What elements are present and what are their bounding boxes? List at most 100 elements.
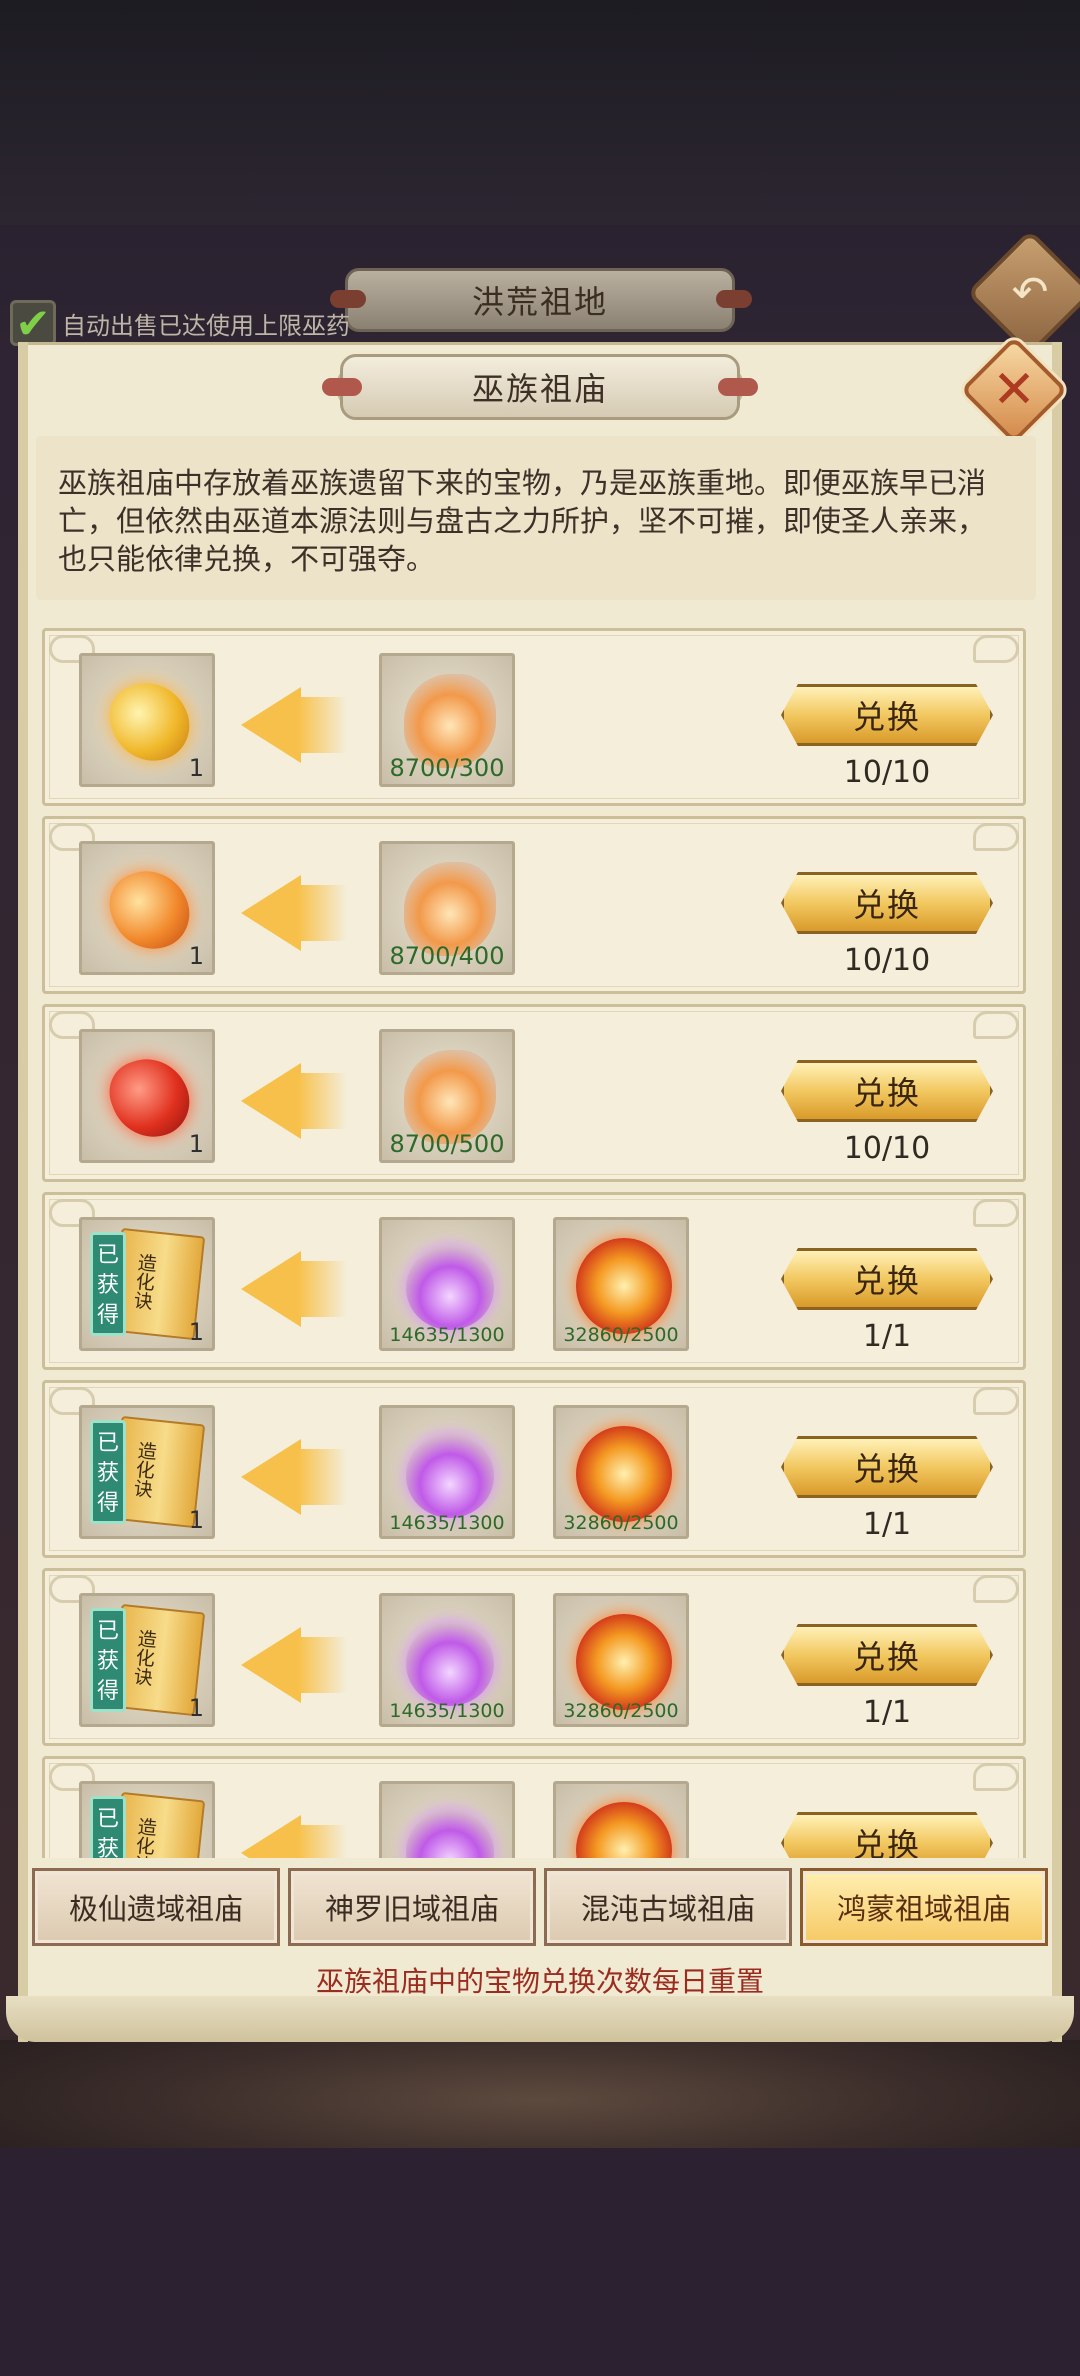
exchange-button[interactable]: 兑换 xyxy=(781,1060,993,1122)
tab-hundun[interactable]: 混沌古域祖庙 xyxy=(544,1868,792,1946)
exchange-arrow-icon xyxy=(241,875,301,951)
cost-amount: 8700/300 xyxy=(389,754,505,782)
reward-count: 1 xyxy=(188,1506,204,1534)
reset-note: 巫族祖庙中的宝物兑换次数每日重置 xyxy=(315,1965,764,1998)
tab-hongmeng[interactable]: 鸿蒙祖域祖庙 xyxy=(800,1868,1048,1946)
corner-ornament xyxy=(973,635,1019,663)
obtained-badge: 已获得 xyxy=(90,1796,126,1858)
dialog-title: 巫族祖庙 xyxy=(471,370,608,408)
dialog-title-plate: 巫族祖庙 xyxy=(340,354,740,420)
arrow-tail xyxy=(299,1261,347,1317)
corner-ornament xyxy=(973,1199,1019,1227)
exchange-limit: 10/10 xyxy=(843,943,931,978)
exchange-button-label: 兑换 xyxy=(852,1826,921,1858)
reward-slot[interactable]: 造化诀 已获得 1 xyxy=(79,1217,215,1351)
reward-count: 1 xyxy=(188,1694,204,1722)
corner-ornament xyxy=(973,1387,1019,1415)
reward-slot[interactable]: 造化诀 已获得 1 xyxy=(79,1405,215,1539)
tab-jixian[interactable]: 极仙遗域祖庙 xyxy=(32,1868,280,1946)
exchange-list[interactable]: 1 8700/300 兑换 10/10 1 8700/400 兑换 10/10 1 8700/50… xyxy=(40,628,1040,1858)
description-box: 巫族祖庙中存放着巫族遗留下来的宝物，乃是巫族重地。即便巫族早已消亡，但依然由巫道… xyxy=(36,436,1036,600)
cost-amount: 14635/1300 xyxy=(389,1512,505,1534)
reward-count: 1 xyxy=(188,754,204,782)
exchange-button[interactable]: 兑换 xyxy=(781,1248,993,1310)
tab-label: 极仙遗域祖庙 xyxy=(68,1892,243,1926)
violet-orb-icon xyxy=(406,1810,494,1858)
exchange-arrow-icon xyxy=(241,687,301,763)
arrow-tail xyxy=(299,1637,347,1693)
violet-orb-icon xyxy=(406,1622,494,1706)
exchange-button[interactable]: 兑换 xyxy=(781,1624,993,1686)
cost-slot[interactable]: 8700/300 xyxy=(379,653,515,787)
outer-title-plate: 洪荒祖地 xyxy=(345,268,735,332)
exchange-limit: 10/10 xyxy=(843,1131,931,1166)
tab-label: 混沌古域祖庙 xyxy=(580,1892,755,1926)
auto-sell-toggle[interactable]: ✔ 自动出售已达使用上限巫药 xyxy=(10,299,350,348)
obtained-badge: 已获得 xyxy=(90,1608,126,1712)
cost-slot[interactable]: 14635/1300 xyxy=(379,1405,515,1539)
exchange-button-label: 兑换 xyxy=(852,1262,921,1300)
cost-slot[interactable] xyxy=(553,1781,689,1858)
arrow-tail xyxy=(299,1825,347,1858)
exchange-arrow-icon xyxy=(241,1815,301,1858)
cost-slot[interactable]: 8700/500 xyxy=(379,1029,515,1163)
arrow-tail xyxy=(299,697,347,753)
tab-shenluo[interactable]: 神罗旧域祖庙 xyxy=(288,1868,536,1946)
exchange-row: 1 8700/400 兑换 10/10 xyxy=(42,816,1026,994)
cost-slot[interactable]: 8700/400 xyxy=(379,841,515,975)
cost-amount: 8700/500 xyxy=(389,1130,505,1158)
exchange-button[interactable]: 兑换 xyxy=(781,1812,993,1858)
outer-title: 洪荒祖地 xyxy=(471,283,608,321)
cost-amount: 14635/1300 xyxy=(389,1324,505,1346)
exchange-limit: 1/1 xyxy=(862,1695,912,1730)
reward-slot[interactable]: 造化诀 已获得 1 xyxy=(79,1593,215,1727)
exchange-button-label: 兑换 xyxy=(852,698,921,736)
exchange-button[interactable]: 兑换 xyxy=(781,1436,993,1498)
exchange-row: 1 8700/500 兑换 10/10 xyxy=(42,1004,1026,1182)
exchange-limit: 1/1 xyxy=(862,1507,912,1542)
cost-amount: 32860/2500 xyxy=(563,1324,679,1346)
arrow-tail xyxy=(299,885,347,941)
panel-edge-right xyxy=(1052,342,1062,2042)
exchange-button-label: 兑换 xyxy=(852,1450,921,1488)
close-icon: ✕ xyxy=(992,360,1036,420)
cost-amount: 32860/2500 xyxy=(563,1700,679,1722)
red-gem-icon xyxy=(100,1047,200,1149)
fire-orb-icon xyxy=(576,1802,672,1858)
reward-slot[interactable]: 1 xyxy=(79,1029,215,1163)
cost-slot[interactable]: 32860/2500 xyxy=(553,1593,689,1727)
exchange-row: 造化诀 已获得 1 14635/1300 32860/2500 兑换 1/1 xyxy=(42,1380,1026,1558)
checkmark-icon[interactable]: ✔ xyxy=(10,299,56,348)
reward-slot[interactable]: 造化诀已获得 xyxy=(79,1781,215,1858)
exchange-button-label: 兑换 xyxy=(852,886,921,924)
description-text: 巫族祖庙中存放着巫族遗留下来的宝物，乃是巫族重地。即便巫族早已消亡，但依然由巫道… xyxy=(58,466,987,576)
cost-slot[interactable]: 14635/1300 xyxy=(379,1593,515,1727)
exchange-button[interactable]: 兑换 xyxy=(781,872,993,934)
corner-ornament xyxy=(973,1763,1019,1791)
reward-count: 1 xyxy=(188,942,204,970)
back-button[interactable]: ↶ xyxy=(966,229,1080,357)
cost-slot[interactable] xyxy=(379,1781,515,1858)
violet-orb-icon xyxy=(406,1434,494,1518)
exchange-button[interactable]: 兑换 xyxy=(781,684,993,746)
cost-slot[interactable]: 14635/1300 xyxy=(379,1217,515,1351)
cost-amount: 14635/1300 xyxy=(389,1700,505,1722)
reward-count: 1 xyxy=(188,1318,204,1346)
corner-ornament xyxy=(973,823,1019,851)
title-knob-left xyxy=(322,378,362,396)
fire-orb-icon xyxy=(576,1426,672,1522)
exchange-row: 造化诀 已获得 1 14635/1300 32860/2500 兑换 1/1 xyxy=(42,1568,1026,1746)
tab-label: 鸿蒙祖域祖庙 xyxy=(836,1892,1011,1926)
title-knob-right xyxy=(718,378,758,396)
fire-orb-icon xyxy=(576,1238,672,1334)
cost-slot[interactable]: 32860/2500 xyxy=(553,1217,689,1351)
corner-ornament xyxy=(973,1575,1019,1603)
panel-edge-left xyxy=(18,342,28,2042)
bottom-dark-band xyxy=(0,2148,1080,2376)
top-background xyxy=(0,0,1080,225)
cost-slot[interactable]: 32860/2500 xyxy=(553,1405,689,1539)
reward-slot[interactable]: 1 xyxy=(79,653,215,787)
reward-slot[interactable]: 1 xyxy=(79,841,215,975)
exchange-arrow-icon xyxy=(241,1439,301,1515)
fire-orb-icon xyxy=(576,1614,672,1710)
